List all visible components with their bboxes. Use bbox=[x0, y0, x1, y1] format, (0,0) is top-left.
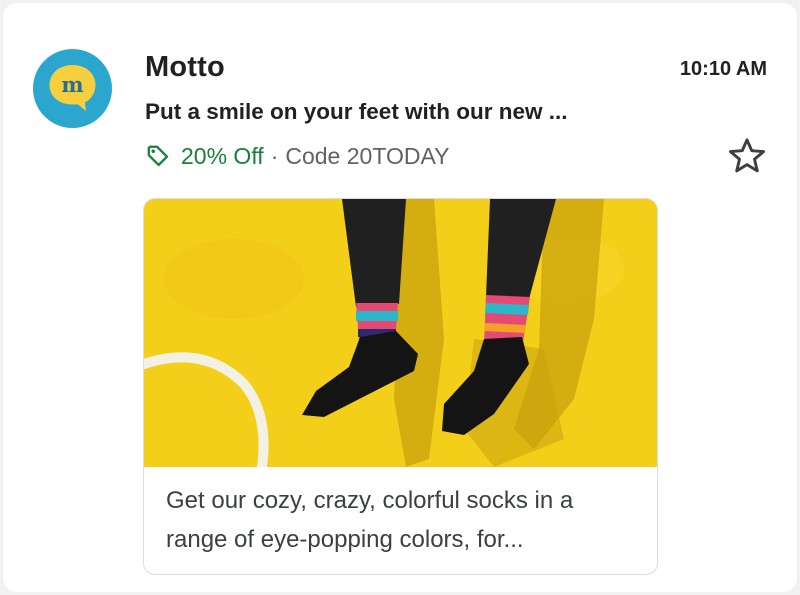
tag-icon bbox=[147, 145, 169, 167]
sender-name: Motto bbox=[145, 51, 225, 83]
email-card[interactable]: m Motto 10:10 AM Put a smile on your fee… bbox=[3, 3, 797, 592]
star-icon[interactable] bbox=[725, 134, 769, 178]
promo-description: Get our cozy, crazy, colorful socks in a… bbox=[166, 487, 574, 553]
promo-preview-card[interactable]: Get our cozy, crazy, colorful socks in a… bbox=[143, 198, 658, 575]
avatar-letter: m bbox=[61, 72, 83, 97]
email-subject: Put a smile on your feet with our new ..… bbox=[145, 99, 568, 124]
offer-label: 20% Off bbox=[181, 142, 264, 169]
motto-logo-icon: m bbox=[49, 65, 96, 111]
promo-code: Code 20TODAY bbox=[285, 142, 450, 169]
promo-offer-line: 20% Off · Code 20TODAY bbox=[145, 141, 449, 171]
sender-avatar: m bbox=[33, 49, 112, 128]
email-time: 10:10 AM bbox=[679, 58, 767, 80]
promo-socks-image bbox=[144, 199, 657, 467]
separator-dot: · bbox=[270, 142, 279, 169]
